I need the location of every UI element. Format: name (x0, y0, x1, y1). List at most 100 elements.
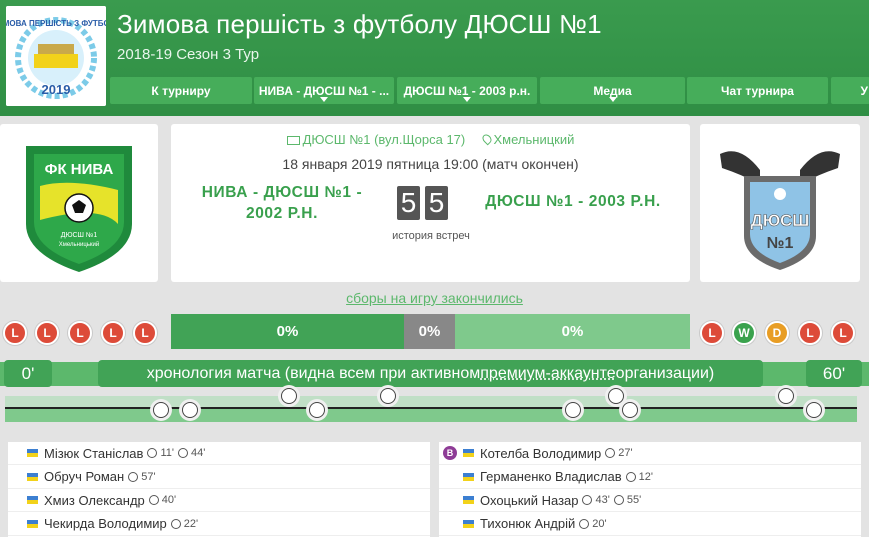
home-team-crest-icon: ФК НИВА ДЮСШ №1 Хмельницький (0, 124, 158, 282)
match-card: ДЮСШ №1 (вул.Щорса 17) Хмельницкий 18 ян… (171, 124, 690, 282)
goal-minute: 20' (592, 518, 606, 530)
match-timeline (5, 396, 857, 426)
scorer-name[interactable]: Хмиз Олександр (44, 493, 145, 508)
away-form-badge[interactable]: D (765, 321, 789, 345)
scorer-name[interactable]: Мізюк Станіслав (44, 446, 143, 461)
scorer-name[interactable]: Охоцький Назар (480, 493, 578, 508)
collections-link-label: сборы на игру закончились (346, 290, 523, 306)
home-form-badge[interactable]: L (133, 321, 157, 345)
goal-ball-icon (128, 472, 138, 482)
match-datetime: 18 января 2019 пятница 19:00 (матч оконч… (171, 156, 690, 172)
timeline-axis (5, 407, 857, 409)
home-logo-sub: ДЮСШ №1 (61, 232, 98, 239)
scorer-row: Хмиз Олександр 40' (8, 489, 430, 512)
tournament-logo[interactable]: ЗИМОВА ПЕРШІСТЬ З ФУТБОЛУ 2019 (6, 6, 106, 106)
premium-account-link[interactable]: премиум-аккаунте (480, 365, 615, 383)
goal-ball-icon (626, 472, 636, 482)
ukraine-flag-icon (27, 496, 38, 504)
home-team-name[interactable]: НИВА - ДЮСШ №1 - 2002 Р.Н. (187, 182, 377, 224)
collections-link[interactable]: сборы на игру закончились (0, 290, 869, 306)
history-link[interactable]: история встреч (381, 230, 481, 242)
venue-link[interactable]: ДЮСШ №1 (вул.Щорса 17) (303, 132, 466, 147)
scorer-row: Охоцький Назар 43' 55' (439, 489, 861, 512)
page-title: Зимова першість з футболу ДЮСШ №1 (117, 9, 602, 40)
timeline-end-label: 60' (806, 360, 862, 387)
match-venue: ДЮСШ №1 (вул.Щорса 17) Хмельницкий (171, 132, 690, 147)
home-form-badge[interactable]: L (35, 321, 59, 345)
home-form-badge[interactable]: L (101, 321, 125, 345)
tournament-nav: К турниру НИВА - ДЮСШ №1 - ... ДЮСШ №1 -… (110, 77, 869, 104)
goal-minute: 40' (162, 494, 176, 506)
ukraine-flag-icon (463, 473, 474, 481)
goal-event-icon[interactable] (608, 388, 624, 404)
away-team-name[interactable]: ДЮСШ №1 - 2003 Р.Н. (467, 191, 679, 212)
chevron-down-icon (463, 97, 471, 102)
chevron-down-icon (609, 97, 617, 102)
nav-home-team[interactable]: НИВА - ДЮСШ №1 - ... (254, 77, 394, 104)
away-score: 5 (425, 186, 448, 220)
home-form-badge[interactable]: L (3, 321, 27, 345)
goal-minute: 11' (160, 447, 174, 459)
nav-home-team-label: НИВА - ДЮСШ №1 - ... (259, 84, 389, 98)
away-form-badge[interactable]: L (831, 321, 855, 345)
chronology-title: хронология матча (видна всем при активно… (98, 360, 763, 387)
goal-minute: 57' (141, 471, 155, 483)
scorer-row: Обруч Роман 57' (8, 466, 430, 489)
chronology-title-text-end: организации) (616, 365, 715, 383)
ukraine-flag-icon (27, 449, 38, 457)
map-pin-icon (480, 133, 493, 146)
ukraine-flag-icon (463, 449, 474, 457)
goal-event-icon[interactable] (622, 402, 638, 418)
ukraine-flag-icon (27, 473, 38, 481)
goal-event-icon[interactable] (778, 388, 794, 404)
goal-minute: 43' (595, 494, 609, 506)
nav-away-team[interactable]: ДЮСШ №1 - 2003 р.н. (397, 77, 537, 104)
goal-minute: 44' (191, 447, 205, 459)
nav-away-team-label: ДЮСШ №1 - 2003 р.н. (404, 84, 531, 98)
away-form-badge[interactable]: L (700, 321, 724, 345)
scorer-name[interactable]: Чекирда Володимир (44, 516, 167, 531)
goal-minute: 27' (618, 447, 632, 459)
nav-tournament[interactable]: К турниру (110, 77, 252, 104)
home-form-badge[interactable]: L (68, 321, 92, 345)
header: ЗИМОВА ПЕРШІСТЬ З ФУТБОЛУ 2019 Зимова пе… (0, 0, 869, 116)
goal-event-icon[interactable] (182, 402, 198, 418)
goal-event-icon[interactable] (281, 388, 297, 404)
away-logo-title: ДЮСШ (751, 211, 810, 230)
away-logo-sub: №1 (767, 235, 794, 252)
home-score: 5 (397, 186, 420, 220)
nav-more[interactable]: У (831, 77, 869, 104)
scorer-row: Мізюк Станіслав 11' 44' (8, 442, 430, 465)
page-subtitle: 2018-19 Сезон 3 Тур (117, 46, 259, 63)
away-team-logo[interactable]: ДЮСШ №1 (700, 124, 860, 282)
goal-minute: 55' (627, 494, 641, 506)
nav-tournament-label: К турниру (151, 84, 210, 98)
ukraine-flag-icon (463, 496, 474, 504)
city-link[interactable]: Хмельницкий (494, 132, 575, 147)
scorer-row: B Котелба Володимир 27' (439, 442, 861, 465)
draw-probability: 0% (404, 314, 455, 349)
away-form-badge[interactable]: L (798, 321, 822, 345)
home-team-logo[interactable]: ФК НИВА ДЮСШ №1 Хмельницький (0, 124, 158, 282)
goal-ball-icon (178, 448, 188, 458)
goal-ball-icon (614, 495, 624, 505)
nav-media[interactable]: Медиа (540, 77, 685, 104)
home-logo-city: Хмельницький (59, 241, 99, 248)
scorer-name[interactable]: Германенко Владислав (480, 469, 622, 484)
timeline-start-label: 0' (4, 360, 52, 387)
scorer-name[interactable]: Тихонюк Андрій (480, 516, 575, 531)
tournament-logo-year: 2019 (42, 82, 71, 97)
away-form-badge[interactable]: W (732, 321, 756, 345)
goal-ball-icon (605, 448, 615, 458)
goal-event-icon[interactable] (565, 402, 581, 418)
tournament-logo-icon: ЗИМОВА ПЕРШІСТЬ З ФУТБОЛУ 2019 (6, 6, 106, 106)
goal-minute: 12' (639, 471, 653, 483)
scorer-row: Тихонюк Андрій 20' (439, 513, 861, 536)
scorer-name[interactable]: Котелба Володимир (480, 446, 601, 461)
scorer-name[interactable]: Обруч Роман (44, 469, 124, 484)
timeline-away-track (5, 408, 857, 422)
chronology-title-text: хронология матча (видна всем при активно… (147, 365, 481, 383)
goal-ball-icon (147, 448, 157, 458)
nav-chat[interactable]: Чат турнира (687, 77, 828, 104)
chevron-down-icon (320, 97, 328, 102)
